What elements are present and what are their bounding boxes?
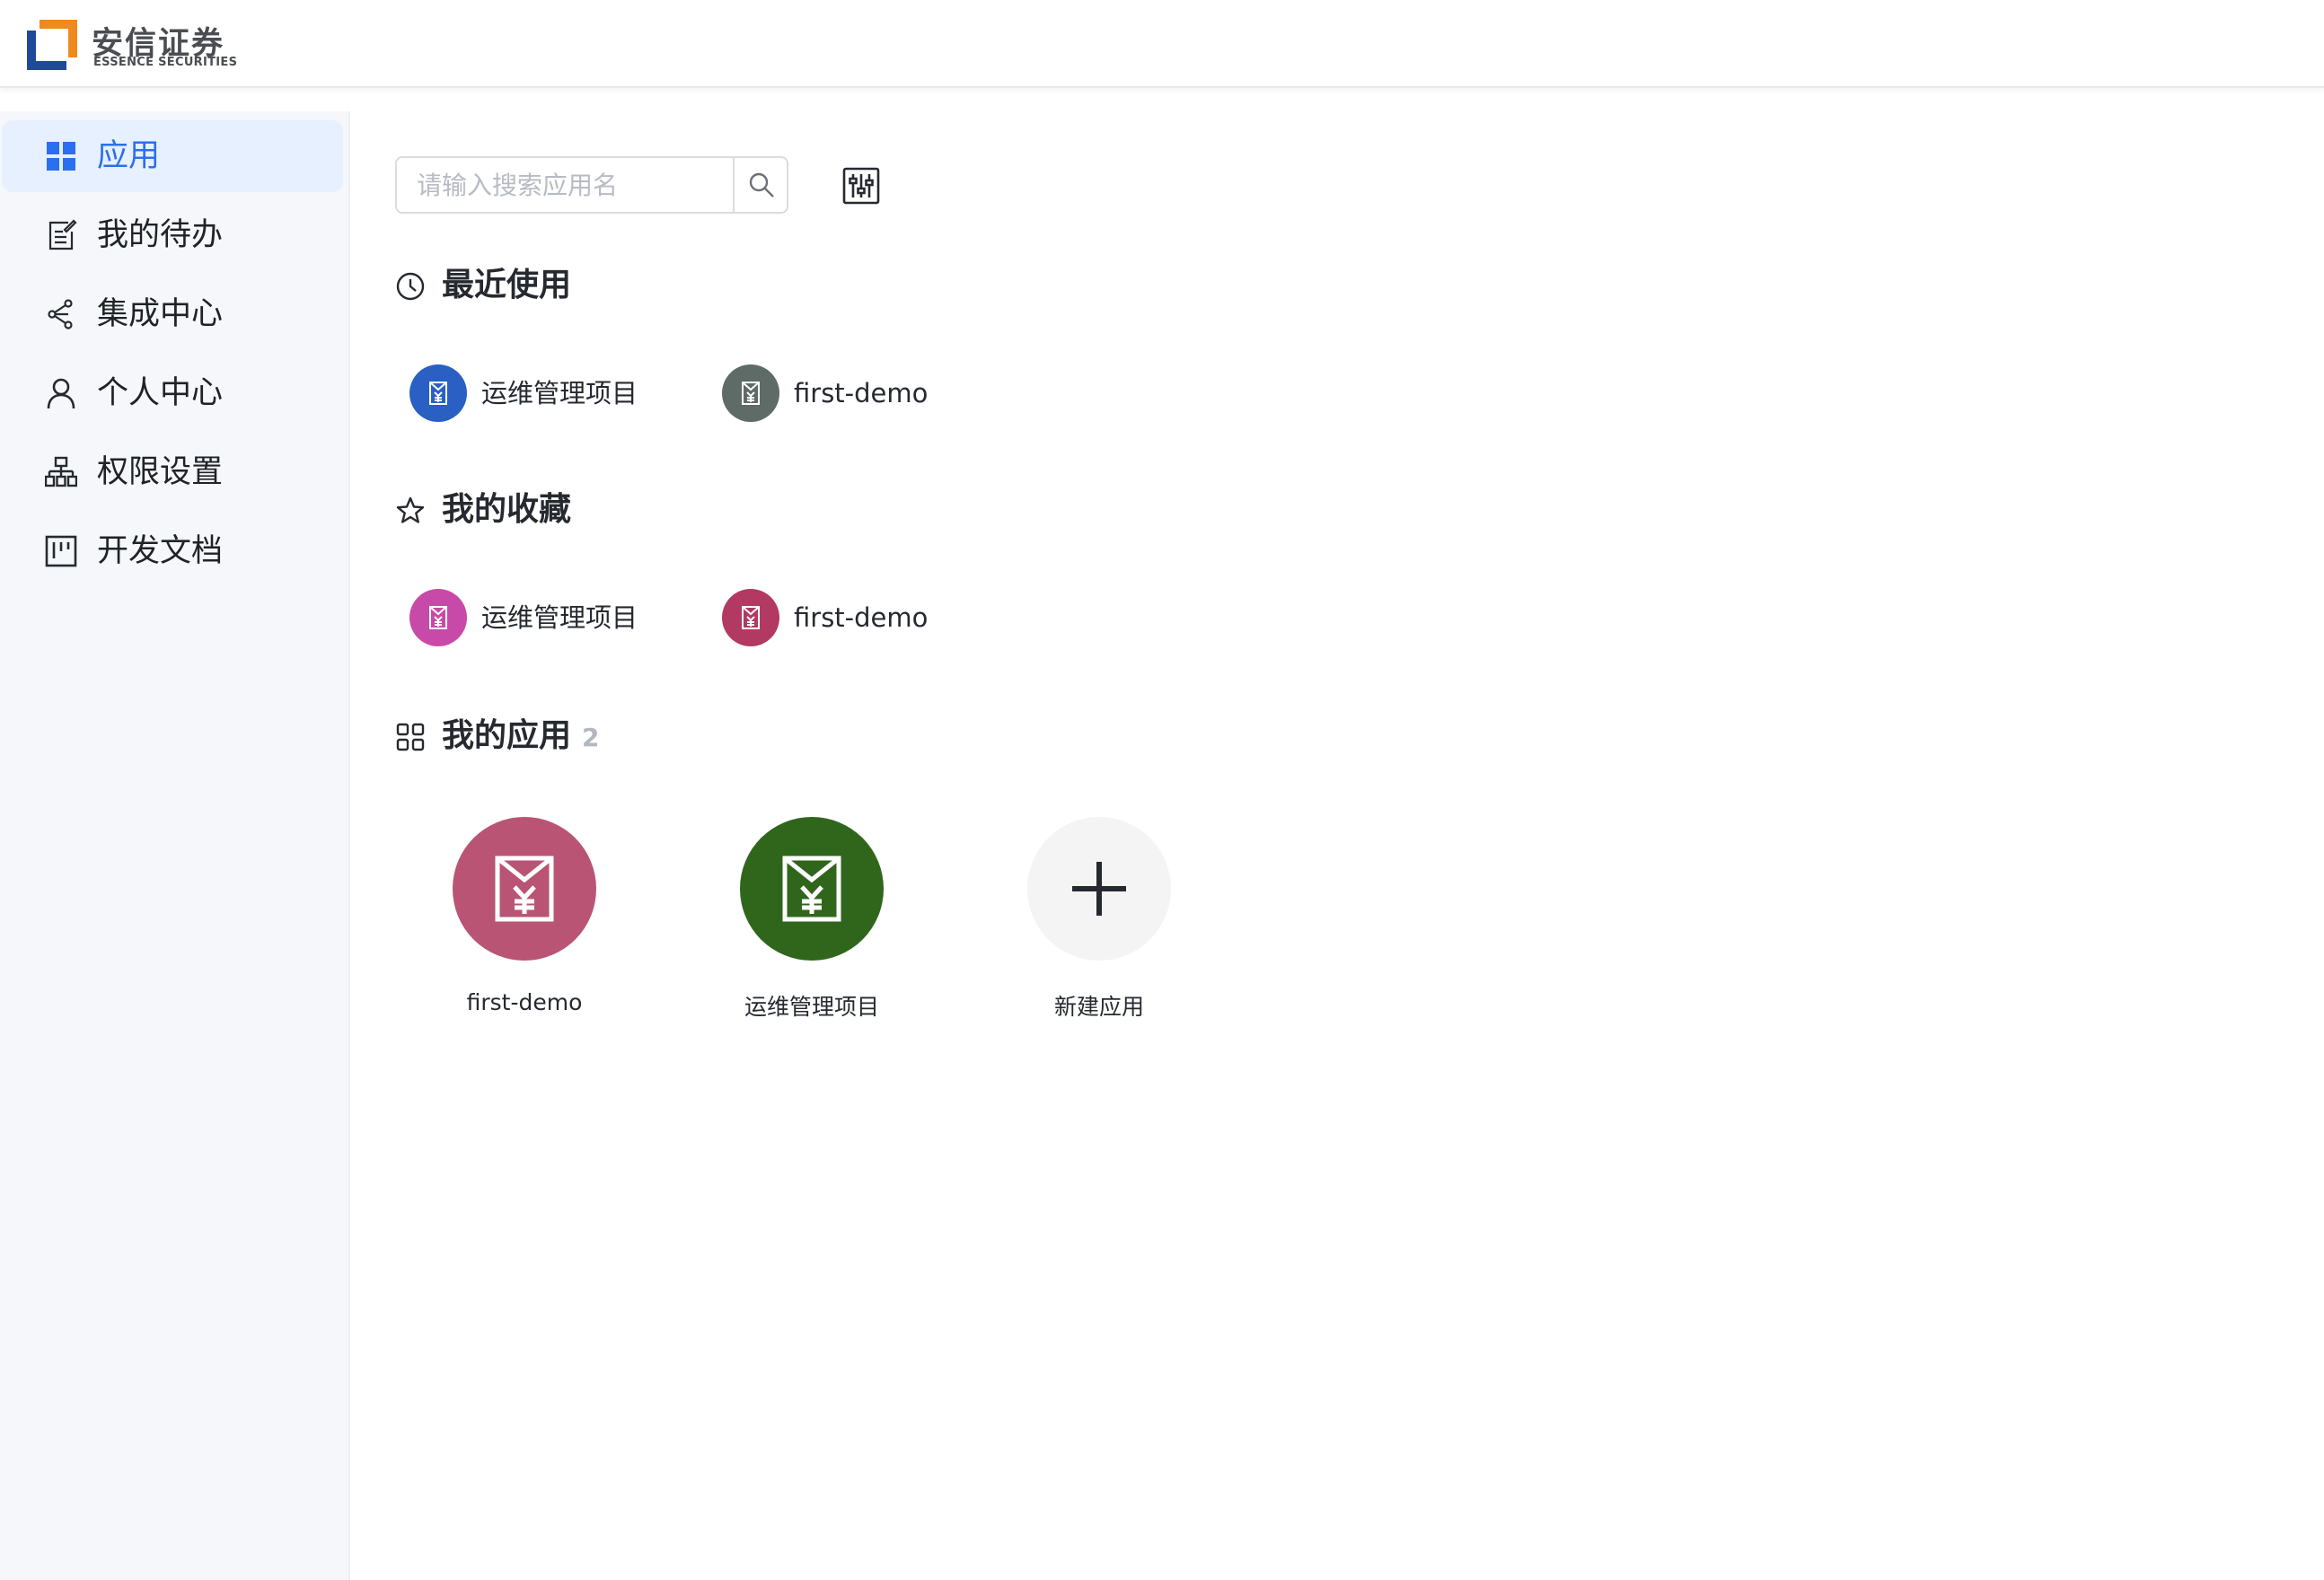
org-chart-icon — [45, 456, 77, 487]
filter-settings-icon[interactable] — [842, 167, 880, 205]
favorite-app-label: first-demo — [794, 602, 929, 633]
recent-app-item[interactable]: 运维管理项目 — [409, 364, 679, 422]
favorite-app-label: 运维管理项目 — [481, 602, 638, 633]
todo-edit-icon — [48, 219, 77, 250]
sidebar-item-docs[interactable]: 开发文档 — [2, 515, 343, 587]
app-card-avatar — [453, 817, 596, 961]
favorite-app-item[interactable]: 运维管理项目 — [409, 589, 679, 646]
recent-app-label: 运维管理项目 — [481, 378, 638, 408]
sidebar-item-label: 我的待办 — [97, 217, 224, 253]
sidebar-nav: 应用 我的待办 集成中心 个人中心 权限设置 开发文档 — [0, 111, 350, 1580]
star-icon — [396, 496, 425, 523]
plus-icon — [1072, 862, 1126, 916]
clock-icon — [396, 272, 425, 301]
app-card[interactable]: first-demo — [435, 817, 614, 1032]
sidebar-item-label: 个人中心 — [97, 375, 224, 411]
sidebar-item-integration[interactable]: 集成中心 — [2, 278, 343, 350]
favorite-app-item[interactable]: first-demo — [722, 589, 973, 646]
sidebar-item-label: 集成中心 — [97, 296, 224, 332]
app-avatar — [722, 364, 779, 422]
envelope-yen-icon — [429, 382, 447, 405]
envelope-yen-icon — [429, 606, 447, 629]
sidebar-item-label: 应用 — [97, 138, 161, 174]
app-card-label: first-demo — [466, 989, 583, 1015]
my-apps-title-text: 我的应用 — [442, 717, 572, 754]
envelope-yen-icon — [742, 382, 760, 405]
sidebar-item-label: 开发文档 — [97, 533, 224, 569]
new-app-button[interactable] — [1027, 817, 1171, 961]
sidebar-item-permissions[interactable]: 权限设置 — [2, 436, 343, 508]
sidebar-item-todo[interactable]: 我的待办 — [2, 199, 343, 271]
grid-icon — [47, 142, 75, 171]
search-box — [395, 156, 788, 214]
user-icon — [47, 378, 75, 409]
sidebar-item-label: 权限设置 — [97, 454, 224, 490]
brand-logo[interactable]: 安信证券 ESSENCE SECURITIES — [27, 18, 242, 72]
my-apps-section-header: 我的应用 2 — [395, 715, 790, 759]
app-card[interactable]: 运维管理项目 — [722, 817, 902, 1032]
recent-section-header: 最近使用 — [395, 264, 754, 309]
brand-logo-mark — [27, 20, 77, 70]
sidebar-item-profile[interactable]: 个人中心 — [2, 357, 343, 429]
brand-name-en: ESSENCE SECURITIES — [93, 56, 238, 69]
recent-app-item[interactable]: first-demo — [722, 364, 973, 422]
envelope-yen-icon — [782, 856, 841, 922]
search-input[interactable] — [397, 158, 733, 212]
sidebar-item-apps[interactable]: 应用 — [2, 120, 343, 192]
integration-icon — [48, 299, 73, 329]
top-header: 安信证券 ESSENCE SECURITIES — [0, 0, 2324, 88]
envelope-yen-icon — [742, 606, 760, 629]
app-card-label: 运维管理项目 — [744, 994, 879, 1020]
favorites-section-title: 我的收藏 — [442, 491, 572, 528]
search-button[interactable] — [733, 158, 788, 212]
apps-grid-icon — [396, 723, 425, 751]
app-avatar — [409, 589, 467, 646]
recent-section-title: 最近使用 — [442, 267, 572, 303]
new-app-card[interactable]: 新建应用 — [1009, 817, 1189, 1032]
new-app-label: 新建应用 — [1053, 994, 1144, 1020]
app-avatar — [722, 589, 779, 646]
app-card-avatar — [740, 817, 884, 961]
my-apps-count: 2 — [582, 723, 600, 752]
recent-app-label: first-demo — [794, 378, 929, 408]
search-icon — [749, 172, 774, 198]
document-board-icon — [45, 535, 77, 567]
envelope-yen-icon — [495, 856, 554, 922]
my-apps-section-title: 我的应用 2 — [442, 716, 600, 758]
favorites-section-header: 我的收藏 — [395, 488, 754, 533]
app-avatar — [409, 364, 467, 422]
